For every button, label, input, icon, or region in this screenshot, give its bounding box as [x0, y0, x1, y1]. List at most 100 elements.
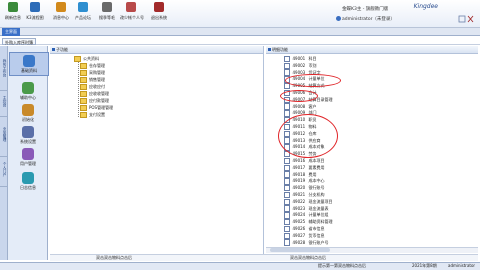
vertical-tab-strip: 我的工作台 主控台 业务管理 个人门户 [0, 46, 8, 260]
tree-item-label: 采购管理 [89, 70, 105, 75]
module-label: 初始化 [22, 117, 34, 122]
log-info-icon [22, 172, 34, 184]
k3-flowchart-button[interactable]: K3流程图 [24, 2, 46, 24]
hint-left: 双击双击物料点击后 [96, 255, 132, 260]
item-name: 现金流量表 [308, 205, 329, 211]
annotation-circle [280, 90, 318, 102]
company-name: 金蝶K3主 - 旗舰教门版 [342, 7, 389, 12]
module-label: 用户管理 [20, 161, 36, 166]
item-name: 计量单位组 [308, 212, 329, 218]
tree-item[interactable]: 应收应付 [80, 83, 105, 90]
item-name: 币别 [308, 62, 317, 68]
item-name: 货币信息 [308, 232, 325, 238]
toolbar-button-label: 消息中心 [53, 15, 69, 20]
system-settings-icon [22, 126, 34, 138]
item-name: 科目 [308, 56, 317, 61]
toolbar-button-label: 退出系统 [151, 15, 167, 20]
module-assist-center[interactable]: 辅助中心 [9, 80, 47, 102]
tree-item[interactable]: 采购管理 [80, 69, 105, 76]
tab-main[interactable]: 主界面 [2, 28, 20, 36]
module-label: 辅助中心 [20, 95, 36, 100]
refresh-icon [8, 2, 18, 12]
assist-center-icon [22, 82, 34, 94]
product-forum-icon [78, 2, 88, 12]
status-period: 2021年第8期 [412, 263, 437, 268]
scrollbar-thumb[interactable] [270, 248, 330, 252]
toolbar-button-label: K3流程图 [26, 15, 44, 20]
module-initialization[interactable]: 初始化 [9, 102, 47, 124]
item-name: 银行账户号 [308, 239, 329, 245]
vtab-business[interactable]: 业务管理 [0, 112, 8, 157]
status-bar [0, 262, 480, 270]
item-name: 辅助资料管理 [308, 219, 333, 225]
tree-item[interactable]: 仓存管理 [80, 62, 105, 69]
tree-item[interactable]: 销售管理 [80, 76, 105, 83]
tree-item[interactable]: 应收收管理 [80, 90, 109, 97]
product-forum-button[interactable]: 产品论坛 [72, 2, 94, 24]
status-text: 提示第一第双击物料点击后 [318, 263, 366, 268]
tree-item[interactable]: 应付款管理 [80, 97, 109, 104]
detail-function-header: 明细功能 [266, 46, 478, 54]
item-code: 49028 [292, 239, 306, 245]
exit-system-button[interactable]: 退出系统 [148, 2, 170, 24]
k3-flowchart-icon [30, 2, 40, 12]
tree-item-label: 仓存管理 [89, 63, 105, 68]
tab-strip [0, 28, 480, 36]
hint-right: 双击双击物料点击后 [290, 255, 326, 260]
user-status-icon [336, 16, 341, 21]
tree-item-label: 公共资料 [83, 56, 99, 61]
folder-icon [80, 112, 87, 118]
item-name: 要素费用 [308, 164, 325, 170]
item-name: 分支机构 [308, 192, 325, 197]
status-user: administrator [448, 263, 476, 268]
module-basic-data[interactable]: 基础资料 [9, 52, 49, 76]
message-center-icon [56, 2, 66, 12]
message-center-button[interactable]: 消息中心 [50, 2, 72, 24]
refresh-button[interactable]: 刷新信息 [2, 2, 24, 24]
current-user: administrator（未登录） [342, 17, 395, 22]
panel-header-icon [268, 48, 271, 51]
tree-item-label: 支付设置 [89, 112, 105, 117]
exit-system-icon [154, 2, 164, 12]
list-item[interactable]: 49028 银行账户号 [284, 239, 329, 246]
tree-item-label: 应付款管理 [89, 98, 109, 103]
module-label: 日志信息 [20, 185, 36, 190]
tree-item[interactable]: POS管理管理 [80, 104, 113, 111]
document-icon [284, 239, 290, 246]
basic-data-icon [23, 55, 35, 67]
breadcrumb[interactable]: 外购入库序时簿 [2, 38, 36, 45]
module-label: 系统设置 [20, 139, 36, 144]
change-account-button[interactable]: 改少帐个人号 [120, 2, 144, 24]
tree-item-label: 销售管理 [89, 77, 105, 82]
module-system-settings[interactable]: 系统设置 [9, 124, 47, 146]
item-name: 成本项目 [308, 158, 325, 163]
breadcrumb-row [0, 36, 480, 45]
vtab-workbench[interactable]: 我的工作台 [0, 46, 8, 91]
search-icon [102, 2, 112, 12]
tree-item[interactable]: 支付设置 [80, 111, 105, 118]
item-name: 银行账号 [308, 185, 325, 191]
sub-function-header: 子功能 [50, 46, 263, 54]
toolbar-button-label: 改少帐个人号 [120, 15, 144, 20]
toolbar-button-label: 刷新信息 [5, 15, 21, 20]
tree-item-label: 应收应付 [89, 84, 105, 89]
module-log-info[interactable]: 日志信息 [9, 170, 47, 192]
initialization-icon [22, 104, 34, 116]
toolbar-button-label: 产品论坛 [75, 15, 91, 20]
item-name: 成本中心 [308, 178, 325, 184]
detail-function-title: 明细功能 [272, 47, 288, 52]
window-controls-icon[interactable] [458, 14, 474, 24]
search-button[interactable]: 搜季等毛 [96, 2, 118, 24]
vtab-portal[interactable]: 个人门户 [0, 152, 8, 187]
annotation-circle [278, 114, 338, 158]
tree-item[interactable]: 公共资料 [74, 55, 99, 62]
brand-logo: Kingdee [413, 3, 438, 10]
module-label: 基础资料 [21, 68, 37, 73]
tree-connector [78, 62, 79, 117]
tree-item-label: 应收收管理 [89, 91, 109, 96]
annotation-circle [285, 74, 341, 87]
sub-function-title: 子功能 [56, 47, 68, 52]
module-user-management[interactable]: 用户管理 [9, 146, 47, 168]
change-account-icon [126, 2, 136, 12]
user-management-icon [22, 148, 34, 160]
